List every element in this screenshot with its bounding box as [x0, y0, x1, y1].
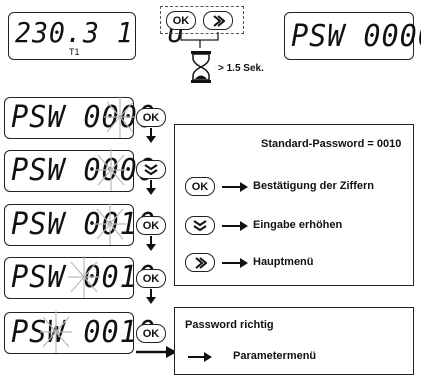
- step4-ok-key[interactable]: OK: [136, 269, 166, 288]
- play-right-icon: [195, 256, 207, 269]
- step5-ok-key[interactable]: OK: [136, 324, 166, 343]
- result-target: Parametermenü: [233, 350, 317, 362]
- step2-down-key[interactable]: [136, 160, 166, 179]
- key-combo-connector: [180, 32, 219, 48]
- arrow-right-icon: [222, 221, 248, 231]
- arrow-right-icon: [222, 182, 248, 192]
- step5-ok-key-label: OK: [142, 327, 160, 340]
- step3-ok-key[interactable]: OK: [136, 216, 166, 235]
- voltage-sublabel: T1: [69, 47, 80, 57]
- legend-ok-key: OK: [185, 177, 215, 196]
- arrow-down-icon: [146, 180, 156, 195]
- ok-key[interactable]: OK: [166, 11, 196, 30]
- step5-display: PSW 0010: [4, 312, 155, 354]
- next-key[interactable]: [203, 11, 233, 30]
- ok-key-label: OK: [172, 14, 190, 27]
- result-title: Password richtig: [185, 319, 274, 331]
- legend-ok-key-label: OK: [191, 180, 209, 193]
- chevron-down-icon: [193, 219, 207, 231]
- step4-display: PSW 0010: [4, 257, 155, 299]
- step3-display: PSW 0010: [4, 204, 155, 246]
- legend-ok-text: Bestätigung der Ziffern: [253, 180, 375, 192]
- voltage-display: 230.3 1 U T1: [8, 12, 184, 60]
- legend-panel: Standard-Password = 0010 OK Bestätigung …: [174, 124, 414, 286]
- psw-display-top: PSW 0000: [284, 12, 421, 60]
- legend-next-key: [185, 253, 215, 272]
- step1-ok-key[interactable]: OK: [136, 108, 166, 127]
- arrow-down-icon: [146, 236, 156, 251]
- step3-ok-key-label: OK: [142, 219, 160, 232]
- arrow-right-icon: [188, 352, 212, 362]
- step1-ok-key-label: OK: [142, 111, 160, 124]
- step1-display-text: PSW 0000: [11, 100, 156, 135]
- arrow-right-icon: [136, 346, 177, 358]
- legend-down-text: Eingabe erhöhen: [253, 219, 343, 231]
- legend-down-key: [185, 216, 215, 235]
- hourglass-icon: [191, 51, 211, 83]
- step4-display-text: PSW 0010: [11, 260, 156, 295]
- arrow-right-icon: [222, 258, 248, 268]
- legend-title: Standard-Password = 0010: [261, 138, 402, 150]
- step1-display: PSW 0000: [4, 97, 155, 139]
- arrow-down-icon: [146, 289, 156, 304]
- hold-duration-label: > 1.5 Sek.: [218, 63, 264, 74]
- chevron-down-icon: [144, 163, 158, 175]
- step2-display: PSW 0000: [4, 150, 155, 192]
- play-right-icon: [213, 14, 225, 27]
- legend-next-text: Hauptmenü: [253, 256, 314, 268]
- step2-display-text: PSW 0000: [11, 153, 156, 188]
- result-panel: Password richtig Parametermenü: [174, 307, 414, 375]
- arrow-down-icon: [146, 128, 156, 143]
- step4-ok-key-label: OK: [142, 272, 160, 285]
- psw-display-top-text: PSW 0000: [291, 19, 421, 54]
- step3-display-text: PSW 0010: [11, 207, 156, 242]
